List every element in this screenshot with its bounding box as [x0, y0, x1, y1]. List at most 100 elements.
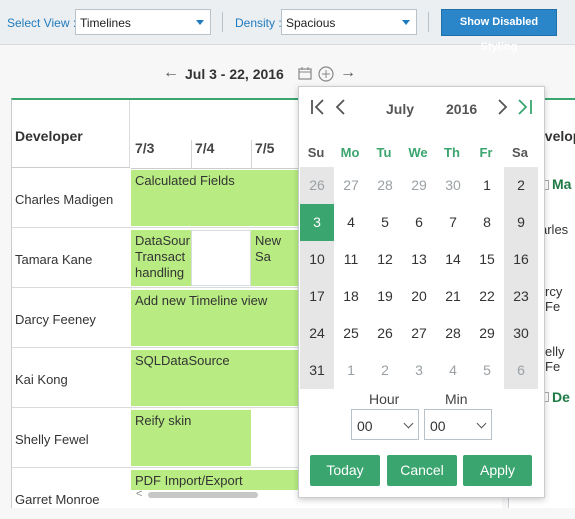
- month-label[interactable]: July: [386, 101, 414, 117]
- year-label[interactable]: 2016: [446, 101, 477, 117]
- calendar-day[interactable]: 10: [300, 241, 334, 278]
- prev-range-arrow-icon[interactable]: ←: [163, 64, 179, 82]
- calendar-day[interactable]: 30: [504, 315, 538, 352]
- calendar-day[interactable]: 11: [334, 241, 368, 278]
- timeline-event[interactable]: Add new Timeline view: [131, 290, 301, 346]
- calendar-day[interactable]: 13: [402, 241, 436, 278]
- add-circle-icon[interactable]: [318, 66, 334, 82]
- calendar-day[interactable]: 29: [402, 167, 436, 204]
- calendar-day[interactable]: 30: [436, 167, 470, 204]
- developer-name: Garret Monroe: [15, 492, 100, 507]
- divider: [222, 12, 223, 32]
- scroll-left-icon[interactable]: <: [136, 488, 142, 500]
- calendar-day[interactable]: 1: [470, 167, 504, 204]
- select-view-label: Select View :: [7, 16, 77, 30]
- developer-name: Shelly Fewel: [15, 432, 89, 447]
- timeline-event[interactable]: Calculated Fields: [131, 170, 301, 226]
- day-grid: 26 27 28 29 30 1 2 3 4 5 6 7 8 9 10 11 12 13 14 15 16 17 18 19 2…: [299, 167, 544, 389]
- calendar-day[interactable]: 28: [436, 315, 470, 352]
- density-dropdown[interactable]: Spacious: [281, 9, 417, 35]
- weekday-label: Sa: [512, 145, 528, 160]
- calendar-day[interactable]: 25: [334, 315, 368, 352]
- right-panel-item: Ma: [552, 176, 572, 192]
- select-view-dropdown[interactable]: Timelines: [75, 9, 211, 35]
- calendar-day[interactable]: 1: [334, 352, 368, 389]
- timeline-event[interactable]: DataSour Transact handling: [131, 230, 191, 286]
- today-button[interactable]: Today: [310, 455, 380, 486]
- calendar-day[interactable]: 26: [368, 315, 402, 352]
- timeline-event[interactable]: Reify skin: [131, 410, 251, 466]
- calendar-day-selected[interactable]: 3: [300, 204, 334, 241]
- date-header: 7/4: [195, 140, 215, 156]
- calendar-day[interactable]: 26: [300, 167, 334, 204]
- density-value: Spacious: [286, 16, 336, 30]
- developer-header-label: Developer: [15, 128, 83, 144]
- calendar-day[interactable]: 17: [300, 278, 334, 315]
- date-picker: July 2016 Su Mo Tu We Th Fr Sa 26 27 28 29 3…: [298, 86, 545, 498]
- next-month-icon[interactable]: [496, 98, 510, 121]
- developer-column-header: Developer: [12, 100, 130, 168]
- calendar-day[interactable]: 16: [504, 241, 538, 278]
- calendar-day[interactable]: 29: [470, 315, 504, 352]
- timeline-event[interactable]: SQLDataSource: [131, 350, 301, 406]
- calendar-day[interactable]: 28: [368, 167, 402, 204]
- show-disabled-styling-button[interactable]: Show Disabled Styling: [441, 9, 557, 53]
- calendar-day[interactable]: 15: [470, 241, 504, 278]
- weekday-label: We: [408, 145, 428, 160]
- hour-label: Hour: [369, 391, 400, 407]
- calendar-day[interactable]: 22: [470, 278, 504, 315]
- weekday-label: Su: [307, 145, 325, 160]
- calendar-day[interactable]: 24: [300, 315, 334, 352]
- toolbar: Select View : Timelines Density : Spacio…: [0, 0, 575, 53]
- weekday-label: Th: [444, 145, 460, 160]
- chevron-down-icon: [476, 418, 487, 429]
- first-page-icon[interactable]: [309, 98, 329, 121]
- timeline-event[interactable]: New Sa: [251, 230, 301, 286]
- calendar-day[interactable]: 6: [504, 352, 538, 389]
- calendar-day[interactable]: 23: [504, 278, 538, 315]
- calendar-day[interactable]: 3: [402, 352, 436, 389]
- calendar-day[interactable]: 7: [436, 204, 470, 241]
- calendar-day[interactable]: 4: [334, 204, 368, 241]
- calendar-day[interactable]: 6: [402, 204, 436, 241]
- horizontal-scrollbar[interactable]: [148, 492, 258, 498]
- hour-value: 00: [357, 418, 373, 434]
- calendar-day[interactable]: 27: [402, 315, 436, 352]
- calendar-day[interactable]: 12: [368, 241, 402, 278]
- last-page-icon[interactable]: [514, 98, 534, 121]
- weekday-label: Mo: [340, 145, 360, 160]
- calendar-day[interactable]: 8: [470, 204, 504, 241]
- cancel-button[interactable]: Cancel: [387, 455, 457, 486]
- min-select[interactable]: 00: [424, 409, 492, 440]
- developer-name: Kai Kong: [15, 372, 68, 387]
- next-range-arrow-icon[interactable]: →: [340, 64, 356, 82]
- prev-month-icon[interactable]: [333, 98, 347, 121]
- calendar-day[interactable]: 31: [300, 352, 334, 389]
- developer-name: Darcy Feeney: [15, 312, 96, 327]
- calendar-day[interactable]: 21: [436, 278, 470, 315]
- calendar-day[interactable]: 18: [334, 278, 368, 315]
- calendar-day[interactable]: 27: [334, 167, 368, 204]
- calendar-day[interactable]: 2: [504, 167, 538, 204]
- min-label: Min: [445, 391, 468, 407]
- apply-button[interactable]: Apply: [463, 455, 532, 486]
- chevron-down-icon: [403, 418, 414, 429]
- hour-select[interactable]: 00: [351, 409, 419, 440]
- density-label: Density :: [235, 16, 282, 30]
- calendar-day[interactable]: 20: [402, 278, 436, 315]
- calendar-icon[interactable]: [298, 67, 312, 80]
- weekday-label: Tu: [376, 145, 392, 160]
- caret-down-icon: [402, 20, 410, 25]
- calendar-day[interactable]: 2: [368, 352, 402, 389]
- timeline-event[interactable]: PDF Import/Export: [131, 470, 301, 490]
- divider: [428, 12, 429, 32]
- calendar-day[interactable]: 5: [470, 352, 504, 389]
- calendar-day[interactable]: 14: [436, 241, 470, 278]
- calendar-day[interactable]: 19: [368, 278, 402, 315]
- weekday-header: Su Mo Tu We Th Fr Sa: [299, 139, 544, 167]
- calendar-day[interactable]: 9: [504, 204, 538, 241]
- min-value: 00: [430, 418, 446, 434]
- right-panel-item: rcy Fe: [545, 284, 563, 314]
- calendar-day[interactable]: 4: [436, 352, 470, 389]
- calendar-day[interactable]: 5: [368, 204, 402, 241]
